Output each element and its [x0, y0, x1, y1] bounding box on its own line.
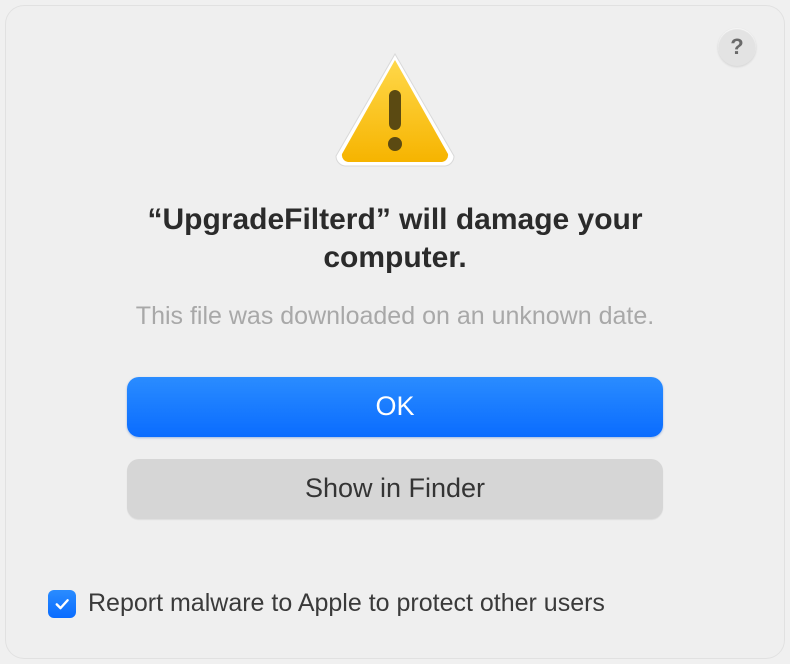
dialog-subtitle: This file was downloaded on an unknown d… — [136, 302, 654, 331]
help-button[interactable]: ? — [718, 28, 756, 66]
checkmark-icon — [53, 595, 71, 613]
help-icon: ? — [730, 34, 743, 60]
report-malware-checkbox[interactable] — [48, 590, 76, 618]
show-in-finder-button[interactable]: Show in Finder — [127, 459, 663, 519]
report-malware-label: Report malware to Apple to protect other… — [88, 589, 605, 618]
dialog-title: “UpgradeFilterd” will damage your comput… — [115, 201, 675, 278]
app-name: UpgradeFilterd — [162, 203, 375, 236]
ok-button[interactable]: OK — [127, 377, 663, 437]
warning-icon — [330, 48, 460, 173]
alert-dialog: ? “UpgradeFilterd” will damage your comp… — [6, 6, 784, 658]
report-malware-row: Report malware to Apple to protect other… — [48, 589, 605, 618]
quote-open: “ — [147, 203, 162, 236]
